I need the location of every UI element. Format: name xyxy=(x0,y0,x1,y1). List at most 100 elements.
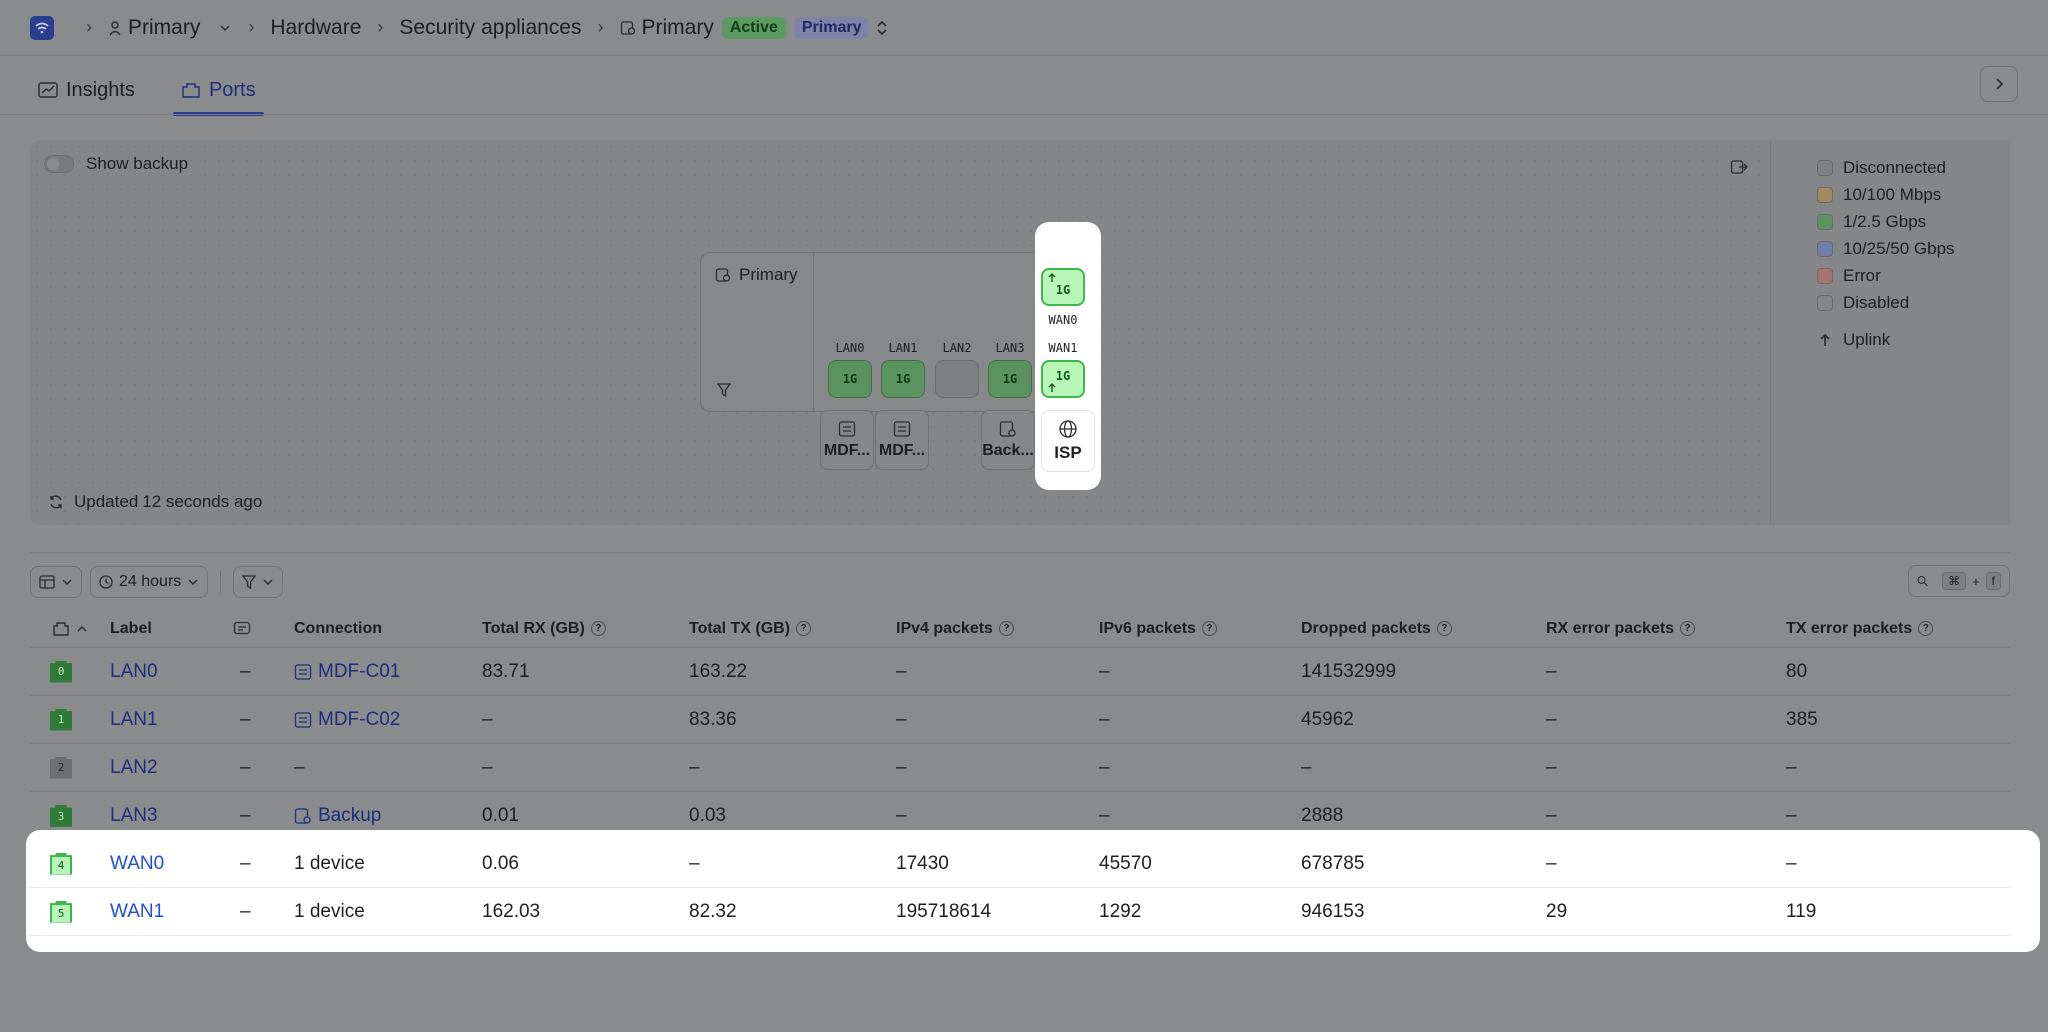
breadcrumb-device-label: Primary xyxy=(641,15,714,39)
filter-icon xyxy=(242,575,257,589)
table-row[interactable]: 5 WAN1 – 1 device 162.03 82.32 195718614… xyxy=(30,888,2010,936)
table-row[interactable]: 3 LAN3 – Backup 0.01 0.03 – – 2888 – – xyxy=(30,792,2010,840)
chevron-down-icon xyxy=(220,24,230,31)
tx-error-cell: 80 xyxy=(1786,660,1808,682)
shortcut-key: ⌘ xyxy=(1942,572,1967,590)
port-wan1[interactable]: 1G xyxy=(1041,360,1085,398)
column-header-label[interactable]: Label xyxy=(110,610,152,647)
port-lan2[interactable] xyxy=(935,360,979,398)
show-backup-toggle[interactable] xyxy=(44,155,74,173)
port-lan1[interactable]: 1G xyxy=(881,360,925,398)
description-cell: – xyxy=(240,805,251,826)
time-range-label: 24 hours xyxy=(119,573,182,590)
device-name: Primary xyxy=(715,265,798,285)
sort-port-header[interactable] xyxy=(52,610,88,647)
legend-item: 10/25/50 Gbps xyxy=(1817,235,2010,262)
port-label-link[interactable]: LAN0 xyxy=(110,648,158,695)
chevron-down-icon xyxy=(188,579,198,585)
description-column-header[interactable] xyxy=(233,610,251,647)
filter-button[interactable] xyxy=(233,566,284,598)
port-speed xyxy=(935,360,979,398)
chevron-down-icon xyxy=(263,579,273,585)
filter-icon[interactable] xyxy=(717,383,731,397)
table-row[interactable]: 1 LAN1 – MDF-C02 – 83.36 – – 45962 – 385 xyxy=(30,696,2010,744)
tab-insights[interactable]: Insights xyxy=(30,66,143,114)
show-backup-label: Show backup xyxy=(86,154,189,173)
column-header-connection[interactable]: Connection xyxy=(294,610,382,647)
column-header-ipv6[interactable]: IPv6 packets? xyxy=(1099,610,1217,647)
port-label-link[interactable]: LAN3 xyxy=(110,792,158,840)
column-header-dropped[interactable]: Dropped packets? xyxy=(1301,610,1452,647)
help-icon: ? xyxy=(1201,621,1217,636)
legend-swatch xyxy=(1817,267,1833,284)
tab-ports[interactable]: Ports xyxy=(172,66,264,116)
breadcrumb-device[interactable]: Primary xyxy=(620,16,714,40)
time-range-select[interactable]: 24 hours xyxy=(90,566,209,598)
rx-cell: 0.01 xyxy=(482,805,519,826)
connection-cell[interactable]: 1 device xyxy=(294,888,365,935)
table-row[interactable]: 0 LAN0 – MDF-C01 83.71 163.22 – – 141532… xyxy=(30,648,2010,696)
dropped-cell: 141532999 xyxy=(1301,660,1397,682)
connection-link[interactable]: MDF-C01 xyxy=(294,648,400,695)
port-lan3[interactable]: 1G xyxy=(988,360,1032,398)
port-label-link[interactable]: WAN0 xyxy=(110,840,164,887)
search-icon xyxy=(1917,575,1928,587)
port-number-badge: 1 xyxy=(50,696,72,743)
port-number-badge: 3 xyxy=(50,792,72,840)
connection-card-mdf-c01[interactable]: MDF... xyxy=(820,410,874,470)
shortcut-key: f xyxy=(1985,572,2001,590)
table-row[interactable]: 2 LAN2 – – – – – – – – – xyxy=(30,744,2010,792)
connection-label: Back... xyxy=(982,442,1034,459)
legend-item: Disconnected xyxy=(1817,154,2010,181)
port-wan0[interactable]: 1G xyxy=(1041,268,1085,306)
tab-ports-label: Ports xyxy=(208,78,256,101)
collapse-panel-button[interactable] xyxy=(1980,66,2018,102)
breadcrumb: › Primary › Hardware › Security applianc… xyxy=(0,0,2048,56)
switch-icon xyxy=(893,421,911,437)
ports-table: Label Connection Total RX (GB)? Total TX… xyxy=(30,610,2010,936)
connection-card-backup[interactable]: Back... xyxy=(981,410,1035,470)
port-label-lan2: LAN2 xyxy=(942,341,972,355)
connection-link[interactable]: MDF-C02 xyxy=(294,696,400,743)
column-header-total-tx[interactable]: Total TX (GB)? xyxy=(689,610,812,647)
dropped-cell: 2888 xyxy=(1301,805,1344,826)
port-label-wan0: WAN0 xyxy=(1048,313,1078,327)
ipv6-cell: 1292 xyxy=(1099,900,1142,922)
breadcrumb-section[interactable]: Hardware xyxy=(270,16,361,40)
column-header-tx-error[interactable]: TX error packets? xyxy=(1786,610,1934,647)
globe-icon xyxy=(1059,420,1077,438)
tx-cell: – xyxy=(689,852,700,874)
port-label-link[interactable]: LAN1 xyxy=(110,696,158,743)
column-view-button[interactable] xyxy=(30,566,82,598)
ports-icon xyxy=(182,83,200,98)
column-header-ipv4[interactable]: IPv4 packets? xyxy=(896,610,1014,647)
port-label-link[interactable]: WAN1 xyxy=(110,888,164,935)
switch-icon xyxy=(294,711,312,728)
port-speed: 1G xyxy=(988,360,1032,398)
port-lan0[interactable]: 1G xyxy=(828,360,872,398)
ipv4-cell: 17430 xyxy=(896,852,949,874)
connection-card-isp[interactable]: ISP xyxy=(1041,410,1095,472)
shortcut-plus: + xyxy=(1972,573,1980,589)
breadcrumb-category[interactable]: Security appliances xyxy=(399,16,581,40)
connection-card-mdf-c02[interactable]: MDF... xyxy=(875,410,929,470)
tab-insights-label: Insights xyxy=(66,78,135,101)
tx-error-cell: 385 xyxy=(1786,708,1818,730)
export-icon[interactable] xyxy=(1730,158,1748,176)
legend-uplink: Uplink xyxy=(1817,326,2010,353)
tx-cell: 163.22 xyxy=(689,660,748,682)
breadcrumb-org[interactable]: Primary xyxy=(108,16,232,40)
port-speed: 1G xyxy=(1041,360,1085,398)
connection-cell[interactable]: 1 device xyxy=(294,840,365,887)
role-badge: Primary xyxy=(793,16,870,39)
port-label-link[interactable]: LAN2 xyxy=(110,744,158,791)
ipv6-cell: – xyxy=(1099,756,1110,778)
search-button[interactable]: ⌘ + f xyxy=(1908,565,2010,597)
appliance-icon xyxy=(999,421,1016,437)
table-row[interactable]: 4 WAN0 – 1 device 0.06 – 17430 45570 678… xyxy=(30,840,2010,888)
column-header-rx-error[interactable]: RX error packets? xyxy=(1546,610,1696,647)
column-header-total-rx[interactable]: Total RX (GB)? xyxy=(482,610,606,647)
chevron-up-down-icon[interactable] xyxy=(875,19,889,37)
connection-link[interactable]: Backup xyxy=(294,792,381,840)
app-logo-icon[interactable] xyxy=(30,15,54,40)
